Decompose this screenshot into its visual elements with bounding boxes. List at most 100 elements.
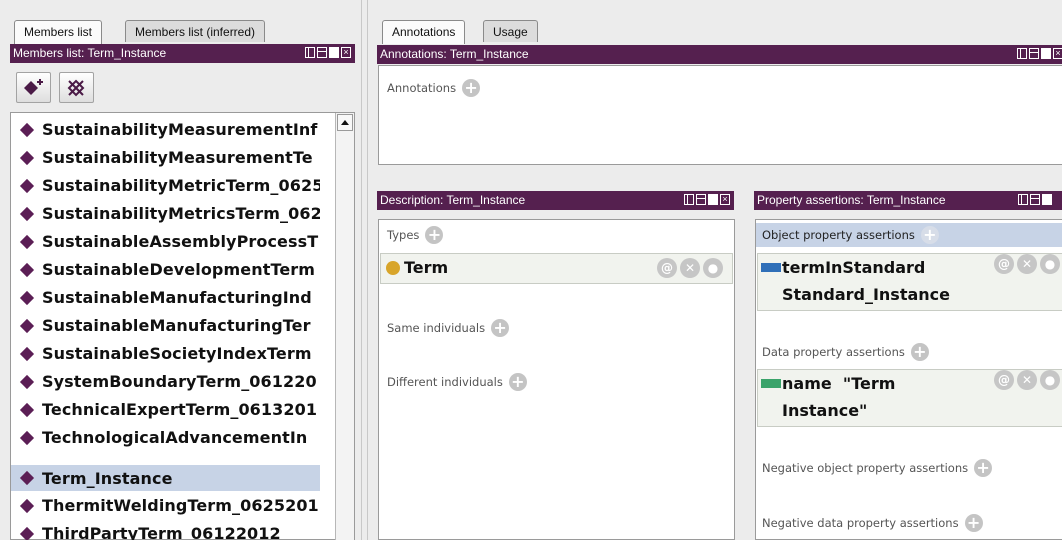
members-list-header: Members list: Term_Instance × [10, 44, 355, 63]
individual-icon [19, 470, 35, 486]
negative-object-property-section: Negative object property assertions + [762, 459, 993, 477]
annotate-icon[interactable]: @ [657, 258, 677, 278]
maximize-icon[interactable] [1042, 194, 1052, 205]
data-property-icon [761, 379, 781, 388]
maximize-icon[interactable] [1041, 48, 1051, 59]
object-property-label: Object property assertions [762, 228, 915, 242]
tab-annotations[interactable]: Annotations [382, 20, 466, 44]
individual-icon [19, 234, 35, 249]
description-title: Description: Term_Instance [380, 193, 526, 207]
edit-icon[interactable]: ● [703, 258, 723, 278]
split-icon[interactable] [1029, 48, 1039, 59]
list-item[interactable]: ThirdPartyTerm_06122012 [18, 521, 320, 540]
add-negative-data-property-icon[interactable]: + [964, 514, 983, 532]
add-negative-object-property-icon[interactable]: + [974, 459, 993, 477]
object-property-value: Standard_Instance [782, 285, 950, 304]
individual-icon [19, 318, 35, 333]
list-item[interactable]: SustainableManufacturingTer [18, 313, 320, 338]
edit-icon[interactable]: ● [1040, 254, 1060, 274]
list-item[interactable]: ThermitWeldingTerm_0625201 [18, 493, 320, 518]
same-individuals-label: Same individuals [387, 321, 486, 335]
remove-icon[interactable]: ✕ [680, 258, 700, 278]
individual-icon [19, 346, 35, 361]
view-controls [1018, 194, 1052, 206]
individual-icon [19, 498, 35, 513]
add-object-property-icon[interactable]: + [920, 226, 939, 244]
members-list-title: Members list: Term_Instance [13, 46, 167, 60]
edit-icon[interactable]: ● [1040, 370, 1060, 390]
tab-members-list-inferred[interactable]: Members list (inferred) [125, 20, 266, 42]
list-item[interactable]: SystemBoundaryTerm_061220 [18, 369, 320, 394]
remove-icon[interactable]: ✕ [1017, 370, 1037, 390]
different-individuals-label: Different individuals [387, 375, 503, 389]
list-item[interactable]: SustainableSocietyIndexTerm [18, 341, 320, 366]
remove-icon[interactable]: ✕ [1017, 254, 1037, 274]
pin-icon[interactable] [1017, 48, 1027, 59]
close-view-icon[interactable]: × [341, 47, 351, 58]
add-different-individual-icon[interactable]: + [508, 373, 527, 391]
annotations-panel [378, 65, 1062, 165]
add-same-individual-icon[interactable]: + [491, 319, 510, 337]
list-item[interactable]: SustainableDevelopmentTerm [18, 257, 320, 282]
individual-icon [19, 402, 35, 417]
individual-icon [19, 206, 35, 221]
maximize-icon[interactable] [329, 47, 339, 58]
data-property-label: Data property assertions [762, 345, 905, 359]
negative-data-property-section: Negative data property assertions + [762, 514, 983, 532]
list-item[interactable]: SustainabilityMetricTerm_0625 [18, 173, 320, 198]
individual-icon [19, 374, 35, 389]
split-icon[interactable] [696, 194, 706, 205]
data-property-section: Data property assertions + [762, 343, 929, 361]
pin-icon[interactable] [1018, 194, 1028, 205]
object-property-name: termInStandard [782, 258, 926, 277]
negative-object-property-label: Negative object property assertions [762, 461, 969, 475]
left-pane: Members list Members list (inferred) Mem… [0, 0, 362, 540]
pin-icon[interactable] [684, 194, 694, 205]
same-individuals-section: Same individuals + [387, 319, 510, 337]
list-item[interactable]: SustainabilityMeasurementTe [18, 145, 320, 170]
individual-icon [19, 122, 35, 137]
list-item[interactable]: SustainableAssemblyProcessT [18, 229, 320, 254]
individual-icon [19, 150, 35, 165]
annotate-icon[interactable]: @ [994, 370, 1014, 390]
annotations-section: Annotations + [387, 79, 481, 97]
maximize-icon[interactable] [708, 194, 718, 205]
split-icon[interactable] [1030, 194, 1040, 205]
split-icon[interactable] [317, 47, 327, 58]
delete-individual-icon [67, 79, 85, 97]
individual-icon [19, 526, 35, 540]
object-property-section: Object property assertions + [762, 226, 939, 244]
annotations-label: Annotations [387, 81, 457, 95]
list-item[interactable]: SustainableManufacturingInd [18, 285, 320, 310]
add-data-property-icon[interactable]: + [910, 343, 929, 361]
annotations-header: Annotations: Term_Instance × [377, 45, 1062, 64]
close-view-icon[interactable]: × [720, 194, 730, 205]
scroll-up-button[interactable] [337, 114, 353, 131]
add-type-icon[interactable]: + [425, 226, 444, 244]
list-item[interactable]: TechnologicalAdvancementIn [18, 425, 320, 450]
types-label: Types [387, 228, 420, 242]
add-individual-button[interactable] [16, 72, 51, 103]
tab-usage[interactable]: Usage [483, 20, 538, 42]
individual-icon [19, 290, 35, 305]
list-item[interactable]: SustainabilityMetricsTerm_062 [18, 201, 320, 226]
list-item[interactable]: TechnicalExpertTerm_0613201 [18, 397, 320, 422]
add-individual-icon [24, 79, 43, 95]
pin-icon[interactable] [305, 47, 315, 58]
types-section: Types + [387, 226, 444, 244]
members-list-items: SustainabilityMeasurementInf Sustainabil… [11, 114, 320, 540]
annotate-icon[interactable]: @ [994, 254, 1014, 274]
delete-individual-button[interactable] [59, 72, 94, 103]
negative-data-property-label: Negative data property assertions [762, 516, 959, 530]
list-item-selected[interactable]: Term_Instance [11, 465, 320, 491]
tab-members-list[interactable]: Members list [14, 20, 103, 44]
add-annotation-icon[interactable]: + [462, 79, 481, 97]
list-item[interactable]: SustainabilityMeasurementInf [18, 117, 320, 142]
annotations-title: Annotations: Term_Instance [380, 47, 529, 61]
object-property-icon [761, 263, 781, 272]
individual-icon [19, 262, 35, 277]
members-scrollbar[interactable] [335, 113, 354, 540]
close-view-icon[interactable]: × [1053, 48, 1062, 59]
individual-icon [19, 430, 35, 445]
type-value: Term [404, 258, 449, 277]
